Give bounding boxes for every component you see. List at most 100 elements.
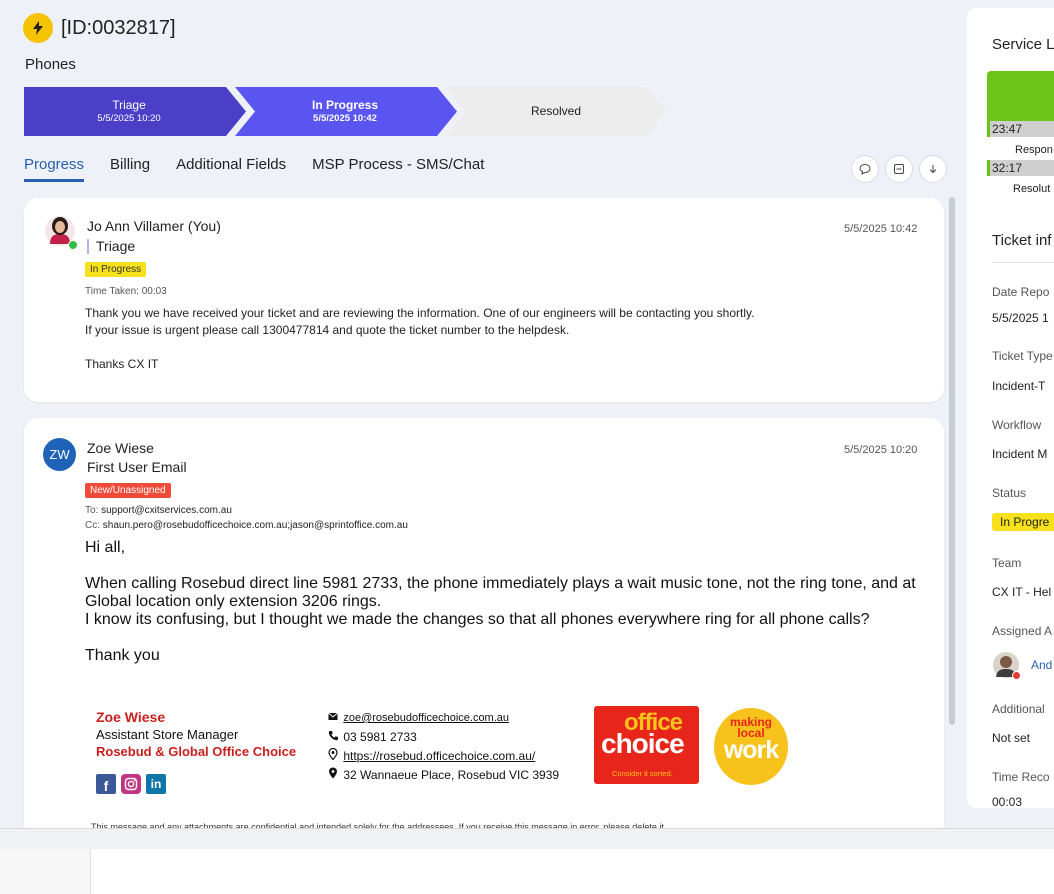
signature-email-row: zoe@rosebudofficechoice.com.au xyxy=(328,708,559,728)
email-card: ZW Zoe Wiese First User Email New/Unassi… xyxy=(24,418,944,838)
office-choice-logo: office choice Consider it sorted. xyxy=(594,706,699,784)
note-line: Thank you we have received your ticket a… xyxy=(85,306,755,320)
download-icon[interactable] xyxy=(919,155,947,183)
workflow-value[interactable]: Incident M xyxy=(992,447,1047,461)
date-reported-label: Date Repo xyxy=(992,285,1050,299)
stage-date: 5/5/2025 10:42 xyxy=(313,112,377,124)
tab-msp-process[interactable]: MSP Process - SMS/Chat xyxy=(312,156,484,182)
signature-phone-row: 03 5981 2733 xyxy=(328,728,559,747)
status-badge: In Progress xyxy=(85,259,147,277)
sla-resolution-bar: 32:17 xyxy=(987,160,1054,176)
taskbar xyxy=(0,828,1054,894)
email-thanks: Thank you xyxy=(85,647,160,664)
stage-name: In Progress xyxy=(311,97,379,112)
email-date: 5/5/2025 10:20 xyxy=(844,444,918,456)
tab-additional-fields[interactable]: Additional Fields xyxy=(176,156,286,182)
stage-in-progress[interactable]: In Progress 5/5/2025 10:42 xyxy=(235,87,457,136)
avatar: ZW xyxy=(43,438,76,471)
team-label: Team xyxy=(992,556,1022,570)
note-stage: Triage xyxy=(87,239,135,254)
globe-pin-icon xyxy=(328,747,340,766)
signature-url[interactable]: https://rosebud.officechoice.com.au/ xyxy=(343,749,535,763)
mail-icon xyxy=(328,708,340,727)
signature-address: 32 Wannaeue Place, Rosebud VIC 3939 xyxy=(343,768,560,782)
email-line: I know its confusing, but I thought we m… xyxy=(85,611,870,628)
phone-icon xyxy=(328,728,340,747)
note-line: Thanks CX IT xyxy=(85,357,159,371)
sla-response-bar: 23:47 xyxy=(987,121,1054,137)
note-author: Jo Ann Villamer (You) xyxy=(87,218,221,234)
status-value-badge[interactable]: In Progre xyxy=(992,513,1054,531)
ticket-type-label: Ticket Type xyxy=(992,349,1053,363)
sla-green-block xyxy=(987,71,1054,123)
email-line: When calling Rosebud direct line 5981 27… xyxy=(85,575,916,592)
facebook-icon[interactable]: f xyxy=(96,774,116,794)
email-author: Zoe Wiese xyxy=(87,440,154,456)
social-links: f in xyxy=(96,774,166,794)
stage-name: Triage xyxy=(112,97,146,112)
ticket-info-title: Ticket inf xyxy=(992,232,1052,249)
signature-phone: 03 5981 2733 xyxy=(343,730,417,744)
offline-status-dot xyxy=(1012,671,1021,680)
signature-name: Zoe Wiese xyxy=(96,709,166,725)
tab-progress[interactable]: Progress xyxy=(24,156,85,182)
additional-label: Additional xyxy=(992,702,1045,716)
sla-resolution-label: Resolut xyxy=(1013,183,1051,195)
signature-company: Rosebud & Global Office Choice xyxy=(96,744,297,759)
note-card: Jo Ann Villamer (You) Triage In Progress… xyxy=(24,198,944,402)
sla-response-time: 23:47 xyxy=(992,122,1023,136)
additional-value: Not set xyxy=(992,731,1031,745)
tab-bar: Progress Billing Additional Fields MSP P… xyxy=(24,156,510,182)
collapse-icon[interactable] xyxy=(885,155,913,183)
stage-progress: Triage 5/5/2025 10:20 In Progress 5/5/20… xyxy=(24,87,684,136)
stage-name: Resolved xyxy=(530,104,582,118)
chat-icon[interactable] xyxy=(851,155,879,183)
ticket-id: [ID:0032817] xyxy=(61,17,176,39)
scrollbar-thumb[interactable] xyxy=(949,197,955,725)
signature-contacts: zoe@rosebudofficechoice.com.au 03 5981 2… xyxy=(328,708,559,785)
ticket-type-value[interactable]: Incident-T xyxy=(992,379,1045,393)
assigned-agent-name[interactable]: And xyxy=(1031,658,1052,672)
window-preview xyxy=(90,849,1054,894)
right-panel: Service L 23:47 Respon 32:17 Resolut Tic… xyxy=(967,8,1054,809)
ticket-category: Phones xyxy=(25,56,76,73)
note-date: 5/5/2025 10:42 xyxy=(844,223,918,235)
time-recorded-value: 00:03 xyxy=(992,795,1023,809)
email-body: Hi all, When calling Rosebud direct line… xyxy=(85,539,935,665)
sla-resolution-time: 32:17 xyxy=(992,161,1023,175)
note-line: If your issue is urgent please call 1300… xyxy=(85,323,570,337)
signature-email[interactable]: zoe@rosebudofficechoice.com.au xyxy=(343,712,509,724)
time-recorded-label: Time Reco xyxy=(992,770,1050,784)
divider xyxy=(992,262,1054,263)
signature-address-row: 32 Wannaeue Place, Rosebud VIC 3939 xyxy=(328,766,559,785)
note-body: Thank you we have received your ticket a… xyxy=(85,305,925,373)
date-reported-value: 5/5/2025 1 xyxy=(992,311,1049,325)
workflow-label: Workflow xyxy=(992,418,1042,432)
status-label: Status xyxy=(992,486,1027,500)
signature-url-row: https://rosebud.officechoice.com.au/ xyxy=(328,747,559,766)
status-badge: New/Unassigned xyxy=(85,480,171,498)
stage-date: 5/5/2025 10:20 xyxy=(97,112,161,124)
time-taken: Time Taken: 00:03 xyxy=(85,286,167,297)
email-to: To: support@cxitservices.com.au xyxy=(85,505,232,516)
stage-triage[interactable]: Triage 5/5/2025 10:20 xyxy=(24,87,246,136)
online-status-dot xyxy=(68,240,78,250)
signature-title: Assistant Store Manager xyxy=(96,727,239,742)
linkedin-icon[interactable]: in xyxy=(146,774,166,794)
email-line: Global location only extension 3206 ring… xyxy=(85,593,382,610)
email-cc: Cc: shaun.pero@rosebudofficechoice.com.a… xyxy=(85,520,408,531)
assigned-agent-label: Assigned A xyxy=(992,624,1053,638)
instagram-icon[interactable] xyxy=(121,774,141,794)
location-pin-icon xyxy=(328,766,340,785)
team-value[interactable]: CX IT - Hel xyxy=(992,585,1051,599)
sla-response-label: Respon xyxy=(1015,144,1053,156)
service-level-title: Service L xyxy=(992,36,1054,53)
stage-resolved[interactable]: Resolved xyxy=(446,87,666,136)
tab-billing[interactable]: Billing xyxy=(110,156,150,182)
email-greeting: Hi all, xyxy=(85,539,126,556)
email-subject: First User Email xyxy=(87,459,187,475)
making-local-work-logo: making local work xyxy=(714,708,788,785)
ticket-type-icon xyxy=(23,13,53,43)
assigned-agent-avatar xyxy=(992,651,1021,680)
avatar xyxy=(44,214,78,250)
